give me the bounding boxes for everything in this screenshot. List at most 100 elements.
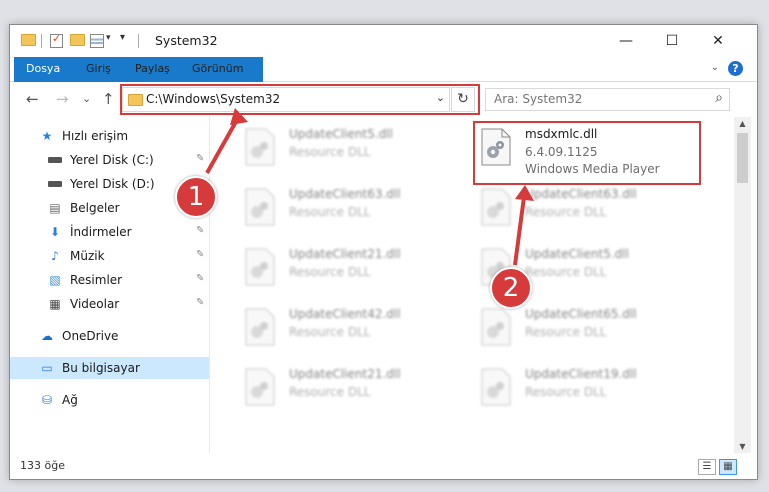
sidebar-item-onedrive[interactable]: ☁ OneDrive <box>10 325 209 347</box>
search-icon[interactable]: ⌕ <box>715 90 723 106</box>
sidebar-item-this-pc[interactable]: ▭ Bu bilgisayar <box>10 357 209 379</box>
pin-icon: ✎ <box>196 153 205 164</box>
computer-icon: ▭ <box>41 361 53 375</box>
file-type: Resource DLL <box>289 205 371 219</box>
sidebar-item-label: Yerel Disk (D:) <box>70 177 155 191</box>
list-item[interactable]: UpdateClient21.dll Resource DLL <box>225 363 450 417</box>
window-title: System32 <box>155 33 218 48</box>
properties-check-icon[interactable] <box>50 32 63 48</box>
list-item[interactable]: UpdateClient19.dll Resource DLL <box>461 363 686 417</box>
music-icon: ♪ <box>51 249 59 263</box>
pin-icon: ✎ <box>196 273 205 284</box>
sidebar-item-label: OneDrive <box>62 329 119 343</box>
sidebar-item-quick-access[interactable]: ★ Hızlı erişim <box>10 125 209 147</box>
cloud-icon: ☁ <box>41 329 53 343</box>
list-item[interactable]: UpdateClient63.dll Resource DLL <box>225 183 450 237</box>
list-item[interactable]: UpdateClient5.dll Resource DLL <box>225 123 450 177</box>
file-type: Resource DLL <box>289 265 371 279</box>
sidebar-item-label: Belgeler <box>70 201 120 215</box>
ribbon: Dosya Giriş Paylaş Görünüm ⌄ ? <box>10 57 757 111</box>
customize-toolbar-icon[interactable]: ▾ <box>120 32 125 43</box>
refresh-button[interactable]: ↻ <box>451 87 475 112</box>
documents-icon: ▤ <box>49 201 61 215</box>
tab-home[interactable]: Giriş <box>86 57 111 81</box>
navigation-pane: ★ Hızlı erişim Yerel Disk (C:) ✎ Yerel D… <box>10 117 210 453</box>
pin-icon: ✎ <box>196 225 205 236</box>
file-type: Resource DLL <box>525 325 607 339</box>
file-name: UpdateClient21.dll <box>289 247 401 261</box>
sidebar-item-network[interactable]: ⛁ Ağ <box>10 389 209 411</box>
pin-icon: ✎ <box>196 249 205 260</box>
divider <box>138 34 139 48</box>
tab-view[interactable]: Görünüm <box>192 57 243 81</box>
file-list: UpdateClient5.dll Resource DLL UpdateCli… <box>215 117 732 453</box>
close-button[interactable]: ✕ <box>695 25 741 57</box>
dll-file-icon <box>245 188 275 226</box>
list-item[interactable]: UpdateClient21.dll Resource DLL <box>225 243 450 297</box>
tiles-view-icon[interactable]: ▦ <box>719 459 737 475</box>
chevron-down-icon[interactable]: ▾ <box>106 33 111 43</box>
back-button[interactable]: ← <box>26 90 39 108</box>
dll-file-icon <box>245 128 275 166</box>
sidebar-item-label: Resimler <box>70 273 123 287</box>
tab-share[interactable]: Paylaş <box>135 57 170 81</box>
chevron-down-icon[interactable]: ⌄ <box>436 91 445 104</box>
status-bar: 133 öğe ☰ ▦ <box>10 455 757 479</box>
new-folder-icon[interactable] <box>70 34 85 46</box>
file-name: UpdateClient63.dll <box>525 187 637 201</box>
divider <box>41 34 42 48</box>
scrollbar-thumb[interactable] <box>737 133 748 183</box>
sidebar-item-videos[interactable]: ▦ Videolar ✎ <box>10 293 209 315</box>
details-view-icon[interactable]: ☰ <box>698 459 716 475</box>
address-bar[interactable]: C:\Windows\System32 ⌄ <box>122 87 450 112</box>
file-type: Resource DLL <box>525 205 607 219</box>
drive-icon <box>48 153 62 167</box>
vertical-scrollbar[interactable]: ▲ ▼ <box>734 117 751 453</box>
list-item[interactable]: UpdateClient42.dll Resource DLL <box>225 303 450 357</box>
step-badge-1: 1 <box>175 176 217 218</box>
sidebar-item-label: Hızlı erişim <box>62 129 129 143</box>
maximize-button[interactable]: ☐ <box>649 25 695 57</box>
file-name: UpdateClient19.dll <box>525 367 637 381</box>
sidebar-item-label: Yerel Disk (C:) <box>70 153 154 167</box>
view-properties-icon[interactable] <box>90 34 104 48</box>
sidebar-item-label: Bu bilgisayar <box>62 361 140 375</box>
drive-icon <box>48 177 62 191</box>
sidebar-item-local-disk-c[interactable]: Yerel Disk (C:) ✎ <box>10 149 209 171</box>
file-type: Resource DLL <box>525 265 607 279</box>
minimize-button[interactable]: — <box>603 25 649 57</box>
up-button[interactable]: ↑ <box>102 90 115 108</box>
dll-file-icon <box>245 308 275 346</box>
file-name: UpdateClient63.dll <box>289 187 401 201</box>
dll-file-icon <box>245 248 275 286</box>
expand-ribbon-icon[interactable]: ⌄ <box>711 62 719 73</box>
pictures-icon: ▧ <box>49 273 61 287</box>
search-input[interactable] <box>492 91 696 107</box>
sidebar-item-label: Videolar <box>70 297 120 311</box>
help-icon[interactable]: ? <box>728 61 743 76</box>
file-type: Windows Media Player <box>525 162 660 176</box>
sidebar-item-downloads[interactable]: ⬇ İndirmeler ✎ <box>10 221 209 243</box>
list-item[interactable]: UpdateClient63.dll Resource DLL <box>461 183 686 237</box>
sidebar-item-label: Müzik <box>70 249 105 263</box>
search-box[interactable]: ⌕ <box>485 88 730 111</box>
pin-icon: ✎ <box>196 297 205 308</box>
forward-button[interactable]: → <box>56 90 69 108</box>
navigation-bar: ← → ⌄ ↑ C:\Windows\System32 ⌄ ↻ ⌕ <box>10 82 757 116</box>
sidebar-item-music[interactable]: ♪ Müzik ✎ <box>10 245 209 267</box>
list-item[interactable]: UpdateClient65.dll Resource DLL <box>461 303 686 357</box>
sidebar-item-pictures[interactable]: ▧ Resimler ✎ <box>10 269 209 291</box>
sidebar-item-label: Ağ <box>62 393 78 407</box>
recent-locations-button[interactable]: ⌄ <box>82 92 91 105</box>
sidebar-item-label: İndirmeler <box>70 225 132 239</box>
step-badge-2: 2 <box>490 267 532 309</box>
file-name: UpdateClient5.dll <box>525 247 629 261</box>
list-item-msdxmlc[interactable]: msdxmlc.dll 6.4.09.1125 Windows Media Pl… <box>461 123 681 181</box>
video-icon: ▦ <box>49 297 61 311</box>
file-type: Resource DLL <box>289 145 371 159</box>
file-name: UpdateClient65.dll <box>525 307 637 321</box>
scroll-down-icon[interactable]: ▼ <box>734 442 751 451</box>
address-path[interactable]: C:\Windows\System32 <box>146 92 280 106</box>
file-name: UpdateClient42.dll <box>289 307 401 321</box>
scroll-up-icon[interactable]: ▲ <box>734 119 751 128</box>
